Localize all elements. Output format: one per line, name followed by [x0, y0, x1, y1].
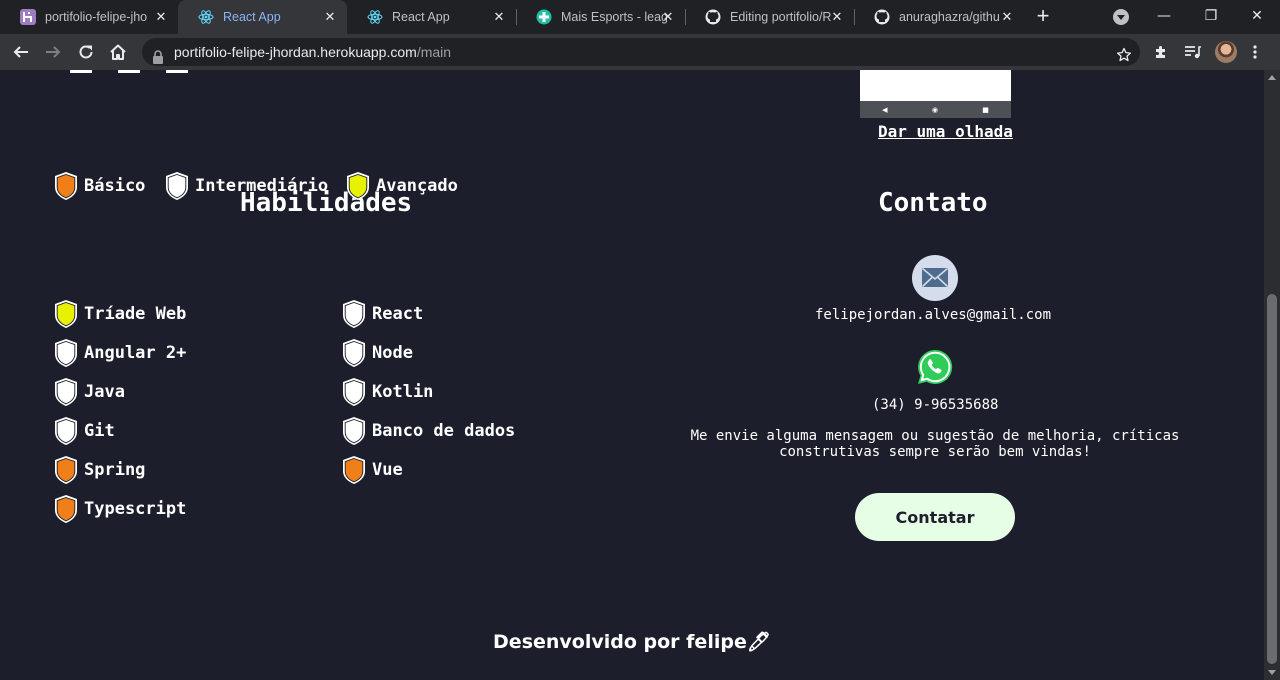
skill-label: Banco de dados	[372, 421, 516, 441]
skill-label: Spring	[84, 460, 146, 480]
tab-title: React App	[392, 10, 450, 24]
media-control-icon[interactable]	[1183, 42, 1203, 62]
tab-mais-esports[interactable]: Mais Esports - leag ✕	[516, 0, 685, 34]
lock-icon[interactable]	[152, 45, 164, 73]
browser-tab-bar: portifolio-felipe-jho ✕ React App ✕ Reac…	[0, 0, 1280, 34]
tab-search-icon[interactable]	[1113, 9, 1129, 25]
tab-title: Editing portifolio/R	[730, 10, 832, 24]
profile-avatar[interactable]	[1215, 41, 1237, 63]
react-icon	[367, 9, 383, 25]
page-content: ◀ ◉ ■ Dar uma olhada Habilidades Básico I…	[0, 70, 1264, 680]
tab-anuraghazra[interactable]: anuraghazra/githu ✕	[854, 0, 1024, 34]
skill-label: Typescript	[84, 499, 187, 519]
esports-icon	[536, 9, 552, 25]
tab-title: portifolio-felipe-jho	[45, 10, 148, 24]
react-icon	[198, 9, 214, 25]
github-icon	[705, 9, 721, 25]
contact-email: felipejordan.alves@gmail.com	[815, 307, 1052, 323]
github-icon	[874, 9, 890, 25]
contact-title: Contato	[878, 188, 988, 218]
url-host: portifolio-felipe-jhordan.herokuapp.com	[174, 44, 417, 60]
footer: Desenvolvido por felipe🖊	[0, 630, 1264, 653]
tab-editing-portifolio[interactable]: Editing portifolio/R ✕	[685, 0, 854, 34]
level-shield-icon	[54, 171, 78, 201]
url-path: /main	[416, 44, 452, 60]
phone-back-icon: ◀	[882, 105, 888, 114]
forward-icon[interactable]	[41, 40, 65, 64]
pen-emoji-icon: 🖊	[746, 631, 771, 653]
tab-title: Mais Esports - leag	[561, 10, 667, 24]
skill-shield-icon	[342, 377, 366, 407]
close-tab-icon[interactable]: ✕	[829, 9, 845, 25]
skill-shield-icon	[54, 377, 78, 407]
minimize-button[interactable]: —	[1151, 4, 1177, 28]
project-preview-image: ◀ ◉ ■	[860, 70, 1011, 118]
tab-react-app[interactable]: React App ✕	[347, 0, 516, 34]
skill-label: Tríade Web	[84, 304, 187, 324]
window-close-button[interactable]: ✕	[1244, 4, 1270, 28]
legend-label: Avançado	[376, 176, 458, 196]
address-bar[interactable]: portifolio-felipe-jhordan.herokuapp.com/…	[142, 38, 1140, 66]
email-icon	[912, 255, 958, 305]
skill-label: React	[372, 304, 424, 324]
skill-label: Angular 2+	[84, 343, 187, 363]
heroku-icon	[20, 9, 36, 25]
legend-label: Intermediário	[195, 176, 329, 196]
whatsapp-icon	[916, 348, 954, 390]
skill-shield-icon	[342, 338, 366, 368]
contact-phone: (34) 9-96535688	[872, 397, 999, 413]
skill-label: Kotlin	[372, 382, 434, 402]
tab-title: anuraghazra/githu	[899, 10, 1000, 24]
skill-label: Node	[372, 343, 413, 363]
cropped-project-description	[70, 70, 230, 74]
star-icon[interactable]	[1116, 44, 1132, 72]
contact-message: Me envie alguma mensagem ou sugestão de …	[690, 428, 1180, 460]
reload-icon[interactable]	[74, 40, 98, 64]
contact-button[interactable]: Contatar	[855, 493, 1015, 541]
skill-label: Git	[84, 421, 115, 441]
skill-shield-icon	[54, 494, 78, 524]
close-tab-icon[interactable]: ✕	[999, 9, 1015, 25]
skill-label: Vue	[372, 460, 403, 480]
scroll-thumb[interactable]	[1267, 294, 1277, 664]
extensions-icon[interactable]	[1151, 42, 1171, 62]
home-icon[interactable]	[106, 40, 130, 64]
skill-label: Java	[84, 382, 125, 402]
skill-shield-icon	[54, 338, 78, 368]
skill-shield-icon	[54, 455, 78, 485]
level-shield-icon	[165, 171, 189, 201]
legend-label: Básico	[84, 176, 146, 196]
phone-recent-icon: ■	[982, 105, 989, 114]
menu-icon[interactable]	[1245, 42, 1265, 62]
back-icon[interactable]	[9, 40, 33, 64]
close-tab-icon[interactable]: ✕	[322, 9, 338, 25]
phone-nav-bar: ◀ ◉ ■	[860, 101, 1011, 118]
tab-title: React App	[223, 10, 281, 24]
url-text: portifolio-felipe-jhordan.herokuapp.com/…	[174, 38, 451, 66]
maximize-button[interactable]: ❐	[1198, 4, 1224, 28]
skill-shield-icon	[54, 299, 78, 329]
scroll-up-arrow-icon[interactable]	[1268, 75, 1276, 80]
footer-text: Desenvolvido por felipe	[493, 631, 747, 653]
new-tab-button[interactable]: +	[1031, 5, 1055, 29]
close-tab-icon[interactable]: ✕	[491, 9, 507, 25]
level-shield-icon	[346, 171, 370, 201]
browser-toolbar: portifolio-felipe-jhordan.herokuapp.com/…	[0, 34, 1280, 70]
view-project-link[interactable]: Dar uma olhada	[878, 122, 1013, 141]
tab-react-app-active[interactable]: React App ✕	[178, 0, 347, 34]
skill-shield-icon	[342, 455, 366, 485]
close-tab-icon[interactable]: ✕	[153, 9, 169, 25]
skill-shield-icon	[342, 299, 366, 329]
phone-home-icon: ◉	[931, 105, 938, 114]
close-tab-icon[interactable]: ✕	[660, 9, 676, 25]
tab-portfolio-heroku[interactable]: portifolio-felipe-jho ✕	[0, 0, 178, 34]
page-scrollbar[interactable]	[1264, 70, 1280, 680]
scroll-down-arrow-icon[interactable]	[1268, 670, 1276, 675]
skill-shield-icon	[54, 416, 78, 446]
skill-shield-icon	[342, 416, 366, 446]
